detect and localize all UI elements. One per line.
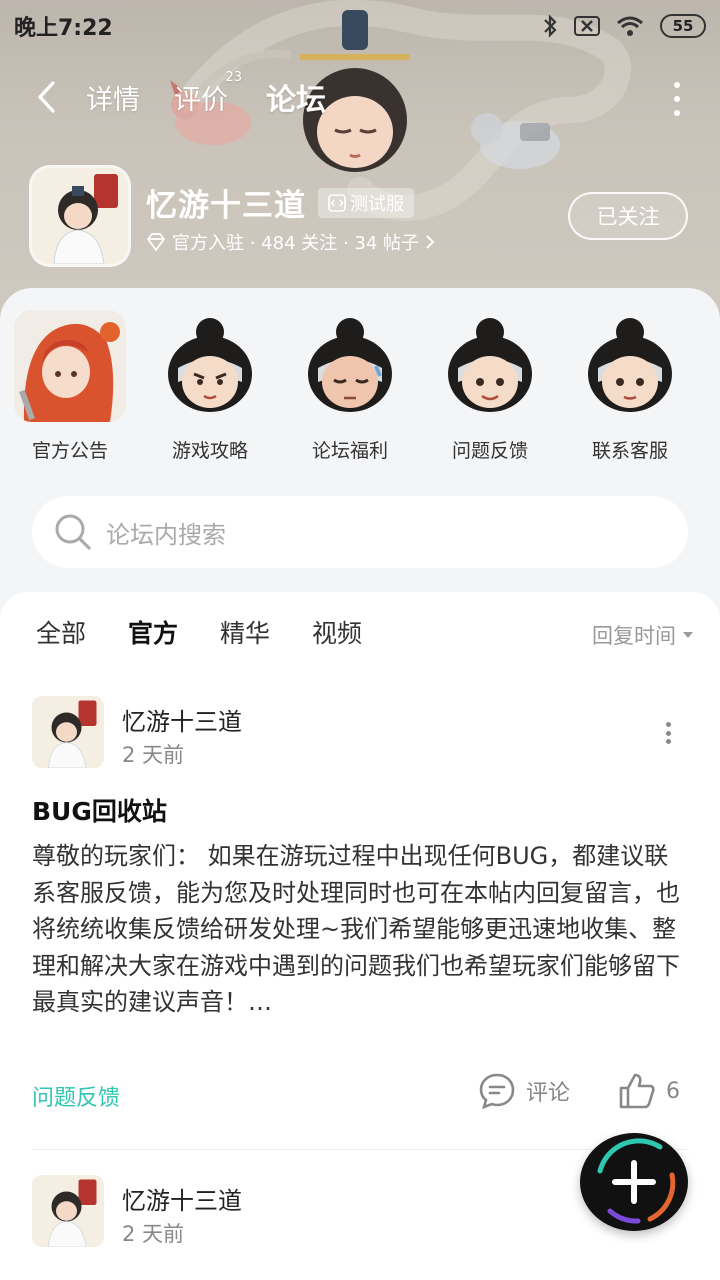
search-icon: [55, 514, 91, 550]
forum-benefits-icon: [294, 310, 406, 422]
author-avatar[interactable]: [32, 696, 104, 768]
post-author[interactable]: 忆游十三道: [122, 1181, 242, 1216]
status-time: 晚上7:22: [14, 16, 113, 41]
tab-reviews[interactable]: 评价 23: [174, 70, 242, 117]
forum-content: 官方公告 游戏攻略 论坛福利 问题反馈 联系客服 论坛内搜索 全部 官方 精华 …: [0, 288, 720, 1280]
comment-icon: [479, 1073, 515, 1110]
sort-dropdown[interactable]: 回复时间: [592, 620, 694, 650]
chevron-left-icon: [38, 81, 55, 113]
tab-details[interactable]: 详情: [86, 78, 140, 117]
caret-down-icon: [683, 632, 693, 638]
app-icon[interactable]: [32, 168, 128, 264]
post-title[interactable]: BUG回收站: [32, 792, 167, 828]
shortcut-feedback[interactable]: 问题反馈: [420, 310, 560, 463]
app-icon-art: [32, 168, 128, 264]
shortcut-label: 游戏攻略: [171, 440, 248, 462]
plus-icon: [597, 1138, 676, 1224]
thumbs-up-icon: [619, 1073, 655, 1109]
post-tag[interactable]: 问题反馈: [32, 1080, 120, 1112]
app-meta[interactable]: 官方入驻 · 484 关注 · 34 帖子: [146, 229, 435, 255]
diamond-icon: [147, 233, 165, 251]
post-body[interactable]: 尊敬的玩家们： 如果在游玩过程中出现任何BUG，都建议联系客服反馈，能为您及时处…: [32, 838, 692, 1021]
test-server-label: 测试服: [350, 194, 404, 215]
shortcut-customer-service[interactable]: 联系客服: [560, 310, 700, 463]
top-nav: 详情 评价 23 论坛: [0, 62, 720, 132]
app-meta-text: 官方入驻 · 484 关注 · 34 帖子: [172, 233, 420, 254]
battery-indicator: 55: [660, 14, 706, 38]
shortcut-row: 官方公告 游戏攻略 论坛福利 问题反馈 联系客服: [0, 310, 720, 463]
feedback-icon: [434, 310, 546, 422]
post-time: 2 天前: [122, 743, 185, 767]
tab-forum[interactable]: 论坛: [266, 75, 326, 121]
status-bar: 晚上7:22 55: [0, 0, 720, 52]
shortcut-official-notice[interactable]: 官方公告: [0, 310, 140, 463]
chevron-right-icon: [426, 235, 435, 249]
more-options-button[interactable]: [674, 82, 682, 116]
post-time: 2 天前: [122, 1222, 185, 1246]
back-button[interactable]: [36, 77, 60, 117]
filter-tab-video[interactable]: 视频: [312, 614, 362, 650]
create-post-button[interactable]: [580, 1133, 688, 1231]
post-more-button[interactable]: [666, 722, 672, 744]
post-author[interactable]: 忆游十三道: [122, 702, 242, 737]
shortcut-game-guide[interactable]: 游戏攻略: [140, 310, 280, 463]
bluetooth-icon: [544, 14, 557, 38]
shortcut-forum-benefits[interactable]: 论坛福利: [280, 310, 420, 463]
app-title: 忆游十三道: [146, 188, 306, 224]
filter-tab-official[interactable]: 官方: [128, 614, 178, 650]
like-count: 6: [666, 1078, 680, 1104]
filter-tab-featured[interactable]: 精华: [220, 614, 270, 650]
tab-reviews-label: 评价: [174, 84, 228, 116]
test-server-badge: 测试服: [318, 188, 414, 218]
tab-details-label: 详情: [86, 84, 140, 116]
filter-tabs: 全部 官方 精华 视频: [36, 614, 362, 650]
search-bar[interactable]: 论坛内搜索: [32, 496, 688, 568]
shortcut-label: 官方公告: [31, 440, 108, 462]
tab-forum-label: 论坛: [266, 83, 326, 118]
code-icon: [328, 194, 346, 212]
sort-label: 回复时间: [592, 624, 676, 648]
review-count-badge: 23: [225, 69, 242, 85]
shortcut-label: 论坛福利: [311, 440, 388, 462]
no-sim-icon: [574, 16, 600, 36]
wifi-icon: [617, 16, 643, 36]
filter-tab-all[interactable]: 全部: [36, 614, 86, 650]
customer-service-icon: [574, 310, 686, 422]
official-notice-icon: [14, 310, 126, 422]
shortcut-label: 问题反馈: [451, 440, 528, 462]
comment-label: 评论: [526, 1081, 571, 1106]
author-avatar[interactable]: [32, 1175, 104, 1247]
follow-button[interactable]: 已关注: [568, 192, 688, 240]
shortcut-label: 联系客服: [591, 440, 668, 462]
search-placeholder: 论坛内搜索: [106, 520, 226, 549]
comment-button[interactable]: 评论: [478, 1072, 570, 1110]
like-button[interactable]: 6: [618, 1072, 680, 1110]
battery-level: 55: [672, 17, 694, 35]
follow-button-label: 已关注: [596, 205, 660, 229]
game-guide-icon: [154, 310, 266, 422]
